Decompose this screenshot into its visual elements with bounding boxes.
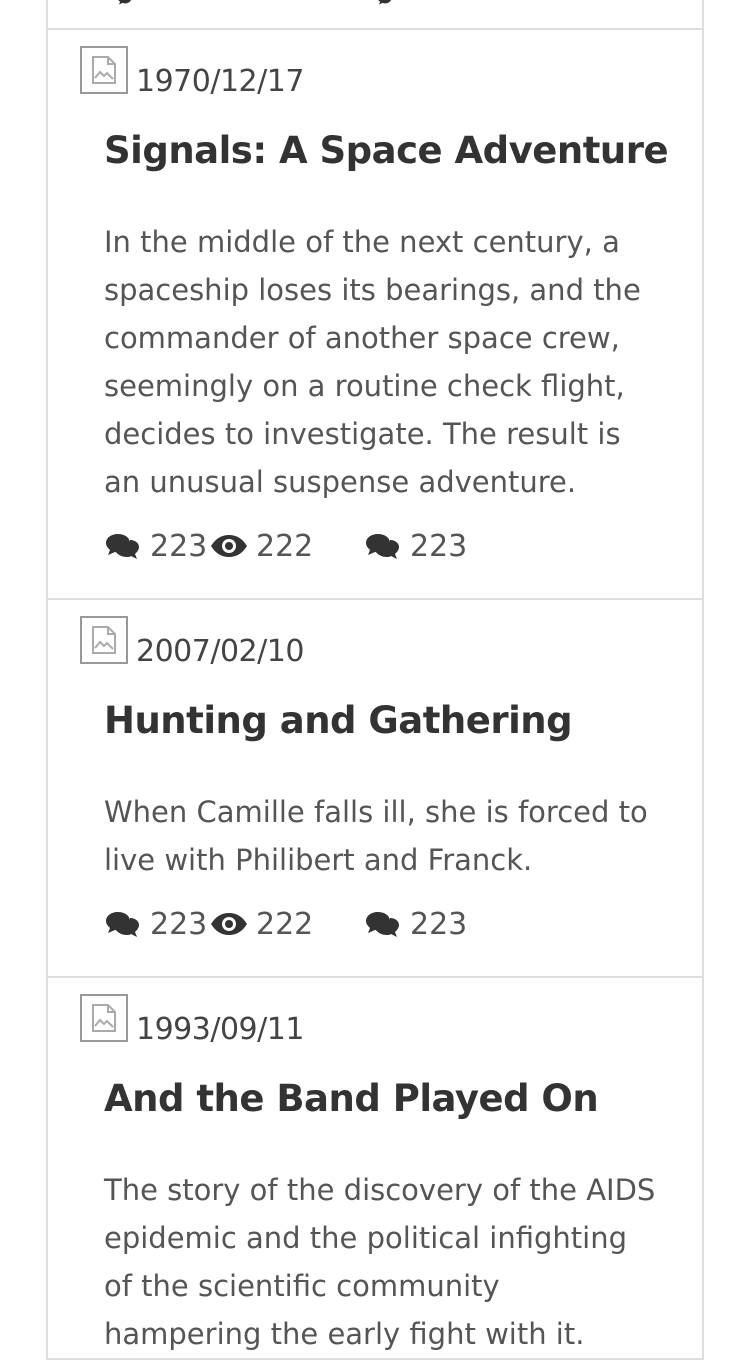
- comments-stat[interactable]: 223: [104, 528, 207, 564]
- eye-icon: [211, 535, 247, 557]
- post-card[interactable]: 1993/09/11 And the Band Played On The st…: [48, 978, 702, 1360]
- replies-stat[interactable]: 223: [364, 906, 467, 942]
- replies-stat[interactable]: 223: [364, 528, 467, 564]
- post-description: In the middle of the next century, a spa…: [104, 225, 641, 499]
- post-title[interactable]: Hunting and Gathering: [104, 698, 662, 744]
- broken-image-icon: [80, 994, 128, 1042]
- post-date: 2007/02/10: [136, 634, 304, 669]
- post-stats: 223 222 223: [104, 506, 702, 598]
- comments-icon: [366, 534, 399, 559]
- views-stat: 222: [210, 906, 313, 942]
- post-title[interactable]: Signals: A Space Adventure: [104, 128, 669, 174]
- eye-icon: [211, 913, 247, 935]
- broken-image-icon: [80, 616, 128, 664]
- post-description: When Camille falls ill, she is forced to…: [104, 795, 648, 877]
- comments-icon: [366, 912, 399, 937]
- post-description: The story of the discovery of the AIDS e…: [104, 1173, 656, 1351]
- post-title[interactable]: And the Band Played On: [104, 1076, 662, 1122]
- post-date: 1993/09/11: [136, 1012, 304, 1047]
- replies-count: 223: [410, 906, 468, 942]
- comments-count: 223: [150, 528, 208, 564]
- comments-icon: [118, 0, 132, 5]
- comments-icon: [378, 0, 392, 5]
- views-count: 222: [256, 528, 314, 564]
- comments-stat[interactable]: 223: [104, 906, 207, 942]
- views-stat: 222: [210, 528, 313, 564]
- post-feed: 1970/12/17 Signals: A Space Adventure In…: [46, 0, 704, 1360]
- post-stats: 223 222 223: [104, 884, 702, 976]
- previous-post-card[interactable]: [48, 0, 702, 30]
- comments-count: 223: [150, 906, 208, 942]
- comments-icon: [106, 534, 139, 559]
- comments-icon: [106, 912, 139, 937]
- broken-image-icon: [80, 46, 128, 94]
- post-card[interactable]: 1970/12/17 Signals: A Space Adventure In…: [48, 30, 702, 600]
- views-count: 222: [256, 906, 314, 942]
- post-date: 1970/12/17: [136, 64, 304, 99]
- post-card[interactable]: 2007/02/10 Hunting and Gathering When Ca…: [48, 600, 702, 978]
- replies-count: 223: [410, 528, 468, 564]
